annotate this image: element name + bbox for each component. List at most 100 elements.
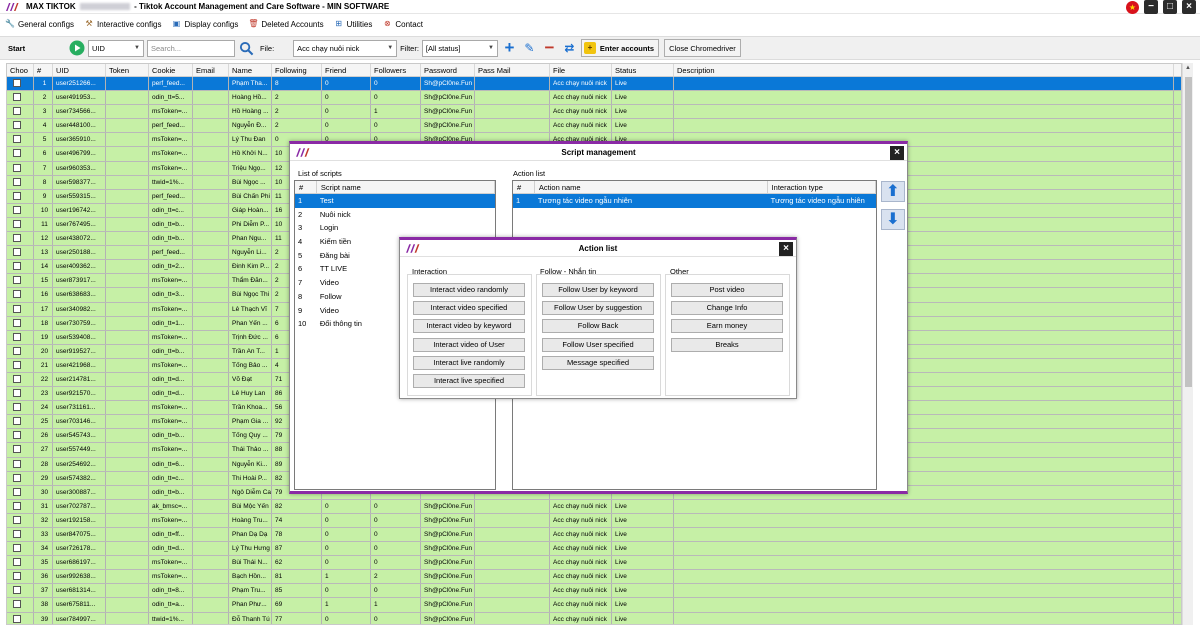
- row-checkbox-cell[interactable]: [7, 513, 34, 527]
- enter-accounts-button[interactable]: + Enter accounts: [580, 39, 660, 57]
- row-checkbox-cell[interactable]: [7, 401, 34, 415]
- row-checkbox[interactable]: [13, 417, 21, 426]
- row-checkbox-cell[interactable]: [7, 105, 34, 119]
- column-header-name[interactable]: Name: [229, 64, 272, 76]
- row-checkbox-cell[interactable]: [7, 274, 34, 288]
- column-header-friend[interactable]: Friend: [322, 64, 371, 76]
- earn-money-button[interactable]: Earn money: [671, 319, 783, 334]
- row-checkbox[interactable]: [13, 276, 21, 285]
- row-checkbox-cell[interactable]: [7, 387, 34, 401]
- row-checkbox-cell[interactable]: [7, 330, 34, 344]
- table-row[interactable]: 4 user448100... perf_feed... Nguyễn Đ... 2 0 0…: [7, 119, 1181, 134]
- row-checkbox-cell[interactable]: [7, 189, 34, 203]
- row-checkbox-cell[interactable]: [7, 119, 34, 133]
- row-checkbox[interactable]: [13, 262, 21, 271]
- table-row[interactable]: 2 user491953... odin_tt=5... Hoàng Hồ... 2 0 0…: [7, 91, 1181, 106]
- row-checkbox[interactable]: [13, 473, 21, 482]
- row-checkbox-cell[interactable]: [7, 260, 34, 274]
- row-checkbox-cell[interactable]: [7, 556, 34, 570]
- menu-display-configs[interactable]: ▣ Display configs: [172, 19, 239, 29]
- column-header-status[interactable]: Status: [612, 64, 674, 76]
- row-checkbox[interactable]: [13, 360, 21, 369]
- row-checkbox-cell[interactable]: [7, 598, 34, 612]
- interact-live-specified-button[interactable]: Interact live specified: [413, 374, 525, 388]
- column-header-pass-mail[interactable]: Pass Mail: [475, 64, 550, 76]
- close-chromedriver-button[interactable]: Close Chromedriver: [664, 39, 741, 57]
- row-checkbox-cell[interactable]: [7, 612, 34, 624]
- interact-live-randomly-button[interactable]: Interact live randomly: [413, 355, 525, 370]
- row-checkbox-cell[interactable]: [7, 175, 34, 189]
- row-checkbox[interactable]: [13, 177, 21, 186]
- row-checkbox-cell[interactable]: [7, 302, 34, 316]
- menu-general-configs[interactable]: 🔧 General configs: [5, 19, 74, 29]
- post-video-button[interactable]: Post video: [671, 283, 783, 297]
- maximize-button[interactable]: □: [1163, 0, 1177, 14]
- column-header-number[interactable]: #: [34, 64, 53, 76]
- column-header-password[interactable]: Password: [421, 64, 475, 76]
- row-checkbox[interactable]: [13, 107, 21, 116]
- follow-user-by-suggestion-button[interactable]: Follow User by suggestion: [542, 301, 654, 316]
- search-input[interactable]: Search...: [147, 39, 235, 57]
- row-checkbox[interactable]: [13, 79, 21, 87]
- refresh-button[interactable]: ⇄: [561, 40, 578, 57]
- menu-contact[interactable]: ⊗ Contact: [382, 19, 423, 29]
- search-button[interactable]: [238, 40, 255, 57]
- follow-user-specified-button[interactable]: Follow User specified: [542, 337, 654, 352]
- row-checkbox[interactable]: [13, 614, 21, 623]
- uid-field-select[interactable]: UID ▼: [88, 39, 144, 57]
- table-scrollbar[interactable]: ▲: [1182, 63, 1193, 625]
- follow-user-by-keyword-button[interactable]: Follow User by keyword: [542, 283, 654, 297]
- file-select[interactable]: Acc chạy nuôi nick ▼: [293, 39, 398, 57]
- row-checkbox-cell[interactable]: [7, 217, 34, 232]
- table-row[interactable]: 31 user702787... ak_bmsc=... Bùi Mộc Yến 82 0…: [7, 499, 1181, 514]
- row-checkbox[interactable]: [13, 318, 21, 327]
- table-row[interactable]: 35 user686197... msToken=... Bùi Thái N... 6…: [7, 556, 1181, 571]
- row-checkbox-cell[interactable]: [7, 288, 34, 302]
- row-checkbox-cell[interactable]: [7, 499, 34, 513]
- row-checkbox-cell[interactable]: [7, 147, 34, 161]
- breaks-button[interactable]: Breaks: [671, 337, 783, 352]
- close-action-dialog-button[interactable]: ×: [779, 242, 793, 256]
- row-checkbox-cell[interactable]: [7, 203, 34, 217]
- menu-deleted-accounts[interactable]: 🗑 Deleted Accounts: [248, 19, 323, 29]
- row-checkbox[interactable]: [13, 530, 21, 538]
- interact-video-of-user-button[interactable]: Interact video of User: [413, 337, 525, 352]
- table-row[interactable]: 1 user251266... perf_feed... Phạm Tha... 8 0 0…: [7, 77, 1181, 92]
- column-header-choo[interactable]: Choo: [7, 64, 34, 76]
- row-checkbox-cell[interactable]: [7, 429, 34, 443]
- scroll-thumb[interactable]: [1185, 77, 1192, 387]
- table-row[interactable]: 37 user681314... odin_tt=8... Phạm Tru... 85…: [7, 584, 1181, 599]
- script-list-item[interactable]: 1 Test: [295, 194, 495, 208]
- column-header-followers[interactable]: Followers: [371, 64, 421, 76]
- row-checkbox[interactable]: [13, 389, 21, 398]
- add-button[interactable]: +: [501, 39, 518, 57]
- row-checkbox-cell[interactable]: [7, 91, 34, 105]
- table-row[interactable]: 33 user847075... odin_tt=ff... Phan Dạ Dạ 78…: [7, 528, 1181, 543]
- menu-utilities[interactable]: ⊞ Utilities: [334, 19, 372, 29]
- row-checkbox-cell[interactable]: [7, 485, 34, 499]
- status-filter-select[interactable]: [All status] ▼: [421, 39, 498, 57]
- script-list-item[interactable]: 3 Login: [295, 221, 495, 235]
- row-checkbox-cell[interactable]: [7, 358, 34, 372]
- table-row[interactable]: 32 user192158... msToken=... Hoàng Tru... 74…: [7, 513, 1181, 528]
- table-row[interactable]: 34 user726178... odin_tt=d... Lý Thu Hưng 87…: [7, 542, 1181, 557]
- row-checkbox[interactable]: [13, 403, 21, 412]
- row-checkbox[interactable]: [13, 205, 21, 214]
- row-checkbox-cell[interactable]: [7, 584, 34, 598]
- column-header-token[interactable]: Token: [106, 64, 149, 76]
- row-checkbox[interactable]: [13, 600, 21, 609]
- row-checkbox[interactable]: [13, 149, 21, 158]
- interact-video-randomly-button[interactable]: Interact video randomly: [413, 283, 525, 297]
- row-checkbox[interactable]: [13, 135, 21, 144]
- row-checkbox-cell[interactable]: [7, 77, 34, 91]
- row-checkbox-cell[interactable]: [7, 415, 34, 429]
- row-checkbox[interactable]: [13, 290, 21, 299]
- column-header-file[interactable]: File: [550, 64, 612, 76]
- row-checkbox-cell[interactable]: [7, 542, 34, 556]
- row-checkbox[interactable]: [13, 346, 21, 355]
- row-checkbox[interactable]: [13, 445, 21, 454]
- table-row[interactable]: 38 user675811... odin_tt=a... Phan Phư... 69…: [7, 598, 1181, 613]
- interact-video-specified-button[interactable]: Interact video specified: [413, 301, 525, 316]
- row-checkbox-cell[interactable]: [7, 372, 34, 387]
- column-header-cookie[interactable]: Cookie: [149, 64, 193, 76]
